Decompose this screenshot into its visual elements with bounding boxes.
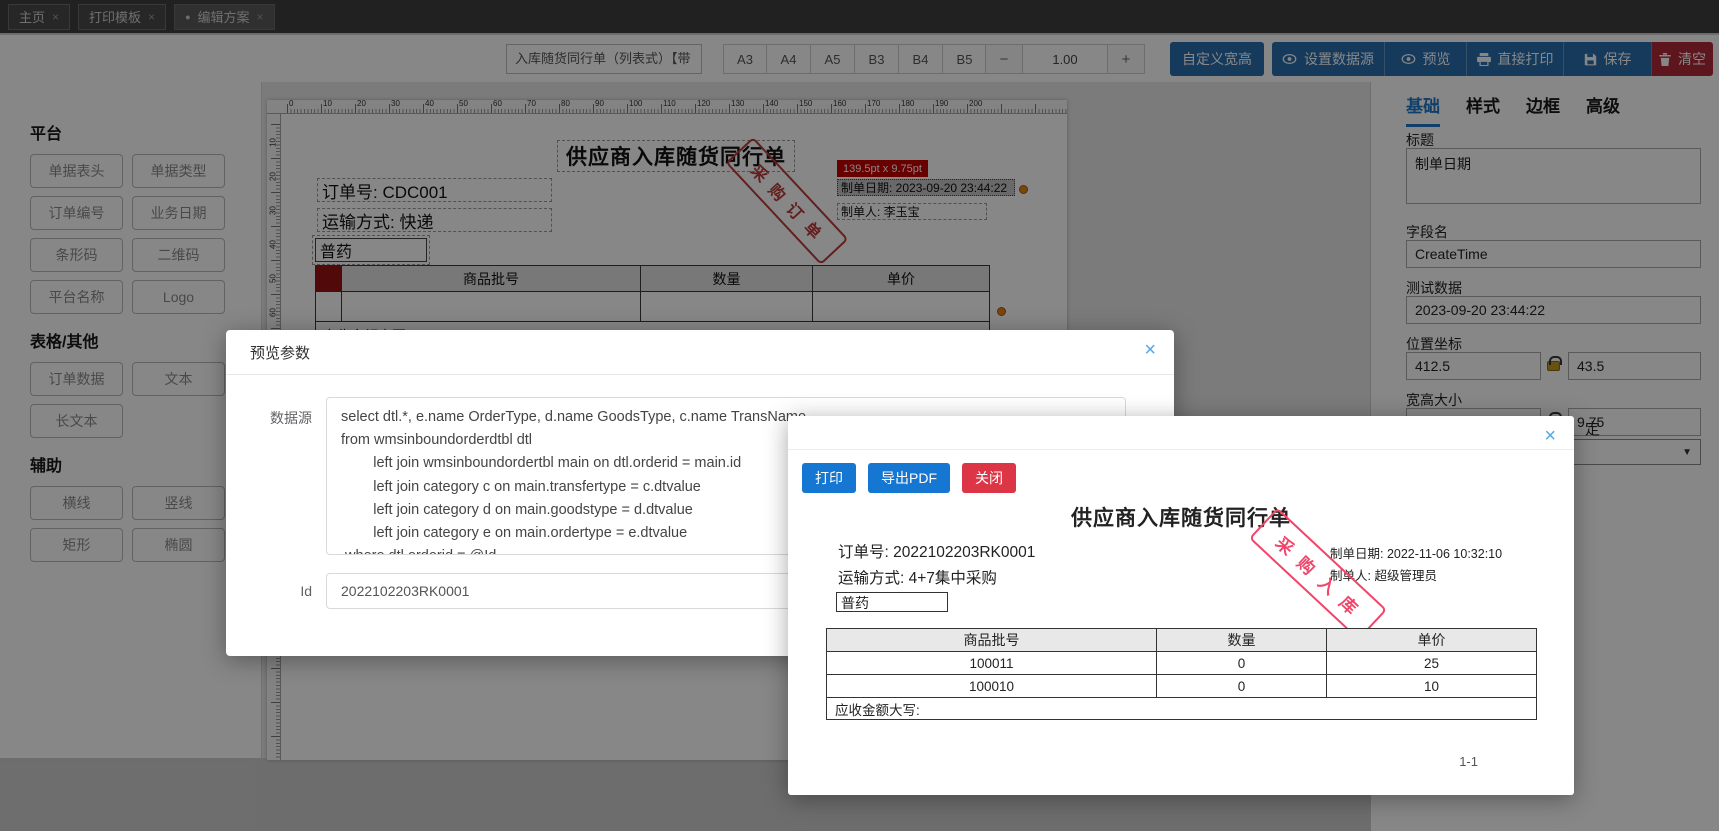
preview-detail-table: 商品批号 数量 单价 100011 0 25 100010 0 10 应收金额大写: bbox=[826, 628, 1537, 720]
preview-table-cell: 0 bbox=[1156, 674, 1327, 698]
page-indicator: 1-1 bbox=[1459, 754, 1478, 769]
preview-table-cell: 100010 bbox=[826, 674, 1157, 698]
preview-button-row: 打印 导出PDF 关闭 bbox=[802, 463, 1016, 493]
dialog-title: 预览参数 bbox=[226, 330, 1174, 375]
preview-table-footer: 应收金额大写: bbox=[826, 697, 1537, 720]
preview-table-header: 单价 bbox=[1326, 628, 1537, 652]
preview-order-no: 订单号: 2022102203RK0001 bbox=[838, 544, 1036, 561]
preview-table-cell: 0 bbox=[1156, 651, 1327, 675]
datasource-label: 数据源 bbox=[270, 410, 312, 426]
export-pdf-button[interactable]: 导出PDF bbox=[868, 463, 950, 493]
preview-transport: 运输方式: 4+7集中采购 bbox=[838, 570, 997, 587]
close-preview-button[interactable]: 关闭 bbox=[962, 463, 1016, 493]
id-label: Id bbox=[300, 583, 312, 599]
close-icon[interactable]: × bbox=[1544, 426, 1556, 446]
print-preview-dialog: × 打印 导出PDF 关闭 供应商入库随货同行单 订单号: 2022102203… bbox=[788, 416, 1574, 795]
preview-dialog-header bbox=[788, 416, 1574, 450]
preview-goods-type: 普药 bbox=[836, 592, 948, 612]
preview-table-cell: 100011 bbox=[826, 651, 1157, 675]
preview-table-cell: 25 bbox=[1326, 651, 1537, 675]
preview-table-header: 数量 bbox=[1156, 628, 1327, 652]
preview-create-date: 制单日期: 2022-11-06 10:32:10 bbox=[1330, 547, 1503, 561]
preview-doc-title: 供应商入库随货同行单 bbox=[1071, 507, 1291, 530]
preview-table-header: 商品批号 bbox=[826, 628, 1157, 652]
close-icon[interactable]: × bbox=[1144, 340, 1156, 360]
print-button[interactable]: 打印 bbox=[802, 463, 856, 493]
preview-table-cell: 10 bbox=[1326, 674, 1537, 698]
